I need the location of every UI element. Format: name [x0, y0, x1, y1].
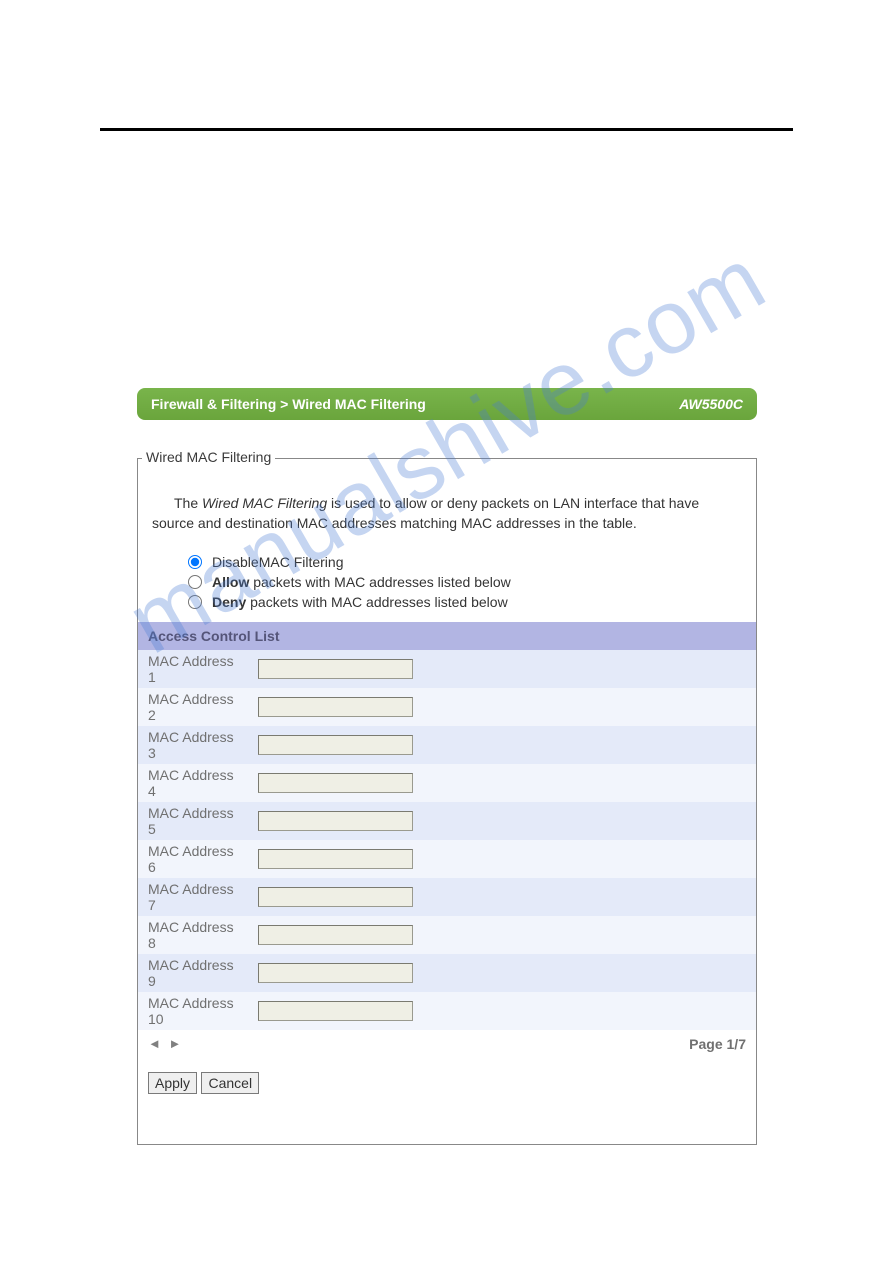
radio-allow[interactable] — [188, 575, 202, 589]
mac-address-input-1[interactable] — [258, 659, 413, 679]
table-row: MAC Address 7 — [138, 878, 756, 916]
mac-row-label: MAC Address 9 — [138, 954, 248, 992]
table-row: MAC Address 1 — [138, 650, 756, 688]
fieldset-legend: Wired MAC Filtering — [142, 449, 275, 465]
mac-row-label: MAC Address 8 — [138, 916, 248, 954]
mac-address-input-7[interactable] — [258, 887, 413, 907]
mac-row-label: MAC Address 3 — [138, 726, 248, 764]
table-row: MAC Address 10 — [138, 992, 756, 1030]
acl-header-row: Access Control List — [138, 622, 756, 650]
radio-deny-row[interactable]: Deny packets with MAC addresses listed b… — [188, 592, 742, 612]
radio-deny-label: Deny packets with MAC addresses listed b… — [212, 594, 508, 610]
table-row: MAC Address 3 — [138, 726, 756, 764]
button-row: Apply Cancel — [138, 1052, 756, 1094]
desc-emphasis: Wired MAC Filtering — [202, 495, 327, 511]
mac-row-label: MAC Address 6 — [138, 840, 248, 878]
table-row: MAC Address 4 — [138, 764, 756, 802]
mac-address-input-10[interactable] — [258, 1001, 413, 1021]
table-row: MAC Address 9 — [138, 954, 756, 992]
wired-mac-filtering-fieldset: Wired MAC Filtering The Wired MAC Filter… — [137, 458, 757, 1145]
mac-row-label: MAC Address 7 — [138, 878, 248, 916]
mac-address-input-6[interactable] — [258, 849, 413, 869]
access-control-list-table: Access Control List MAC Address 1 MAC Ad… — [138, 622, 756, 1030]
mac-row-label: MAC Address 2 — [138, 688, 248, 726]
radio-allow-bold: Allow — [212, 574, 249, 590]
radio-deny[interactable] — [188, 595, 202, 609]
radio-deny-bold: Deny — [212, 594, 246, 610]
mac-address-input-8[interactable] — [258, 925, 413, 945]
mac-address-input-3[interactable] — [258, 735, 413, 755]
radio-allow-rest: packets with MAC addresses listed below — [249, 574, 510, 590]
radio-disable-label: DisableMAC Filtering — [212, 554, 343, 570]
description-text: The Wired MAC Filtering is used to allow… — [138, 459, 756, 546]
mac-address-input-2[interactable] — [258, 697, 413, 717]
radio-allow-label: Allow packets with MAC addresses listed … — [212, 574, 511, 590]
mac-row-label: MAC Address 5 — [138, 802, 248, 840]
table-row: MAC Address 5 — [138, 802, 756, 840]
pager-arrows[interactable]: ◄ ► — [148, 1036, 183, 1051]
radio-disable[interactable] — [188, 555, 202, 569]
breadcrumb-bar: Firewall & Filtering > Wired MAC Filteri… — [137, 388, 757, 420]
mac-filter-mode-radios: DisableMAC Filtering Allow packets with … — [138, 546, 756, 622]
acl-header-cell: Access Control List — [138, 622, 756, 650]
radio-disable-row[interactable]: DisableMAC Filtering — [188, 552, 742, 572]
router-admin-screenshot: Firewall & Filtering > Wired MAC Filteri… — [137, 388, 757, 1145]
mac-address-input-9[interactable] — [258, 963, 413, 983]
cancel-button[interactable]: Cancel — [201, 1072, 259, 1094]
pager: ◄ ► Page 1/7 — [138, 1030, 756, 1052]
mac-row-label: MAC Address 10 — [138, 992, 248, 1030]
table-row: MAC Address 2 — [138, 688, 756, 726]
device-model: AW5500C — [679, 396, 743, 412]
table-row: MAC Address 6 — [138, 840, 756, 878]
apply-button[interactable]: Apply — [148, 1072, 197, 1094]
mac-row-label: MAC Address 1 — [138, 650, 248, 688]
mac-address-input-4[interactable] — [258, 773, 413, 793]
breadcrumb-path: Firewall & Filtering > Wired MAC Filteri… — [151, 396, 426, 412]
table-row: MAC Address 8 — [138, 916, 756, 954]
radio-deny-rest: packets with MAC addresses listed below — [246, 594, 507, 610]
pager-page-text: Page 1/7 — [689, 1036, 746, 1052]
horizontal-rule — [100, 128, 793, 131]
desc-prefix: The — [174, 495, 202, 511]
mac-row-label: MAC Address 4 — [138, 764, 248, 802]
mac-address-input-5[interactable] — [258, 811, 413, 831]
radio-allow-row[interactable]: Allow packets with MAC addresses listed … — [188, 572, 742, 592]
